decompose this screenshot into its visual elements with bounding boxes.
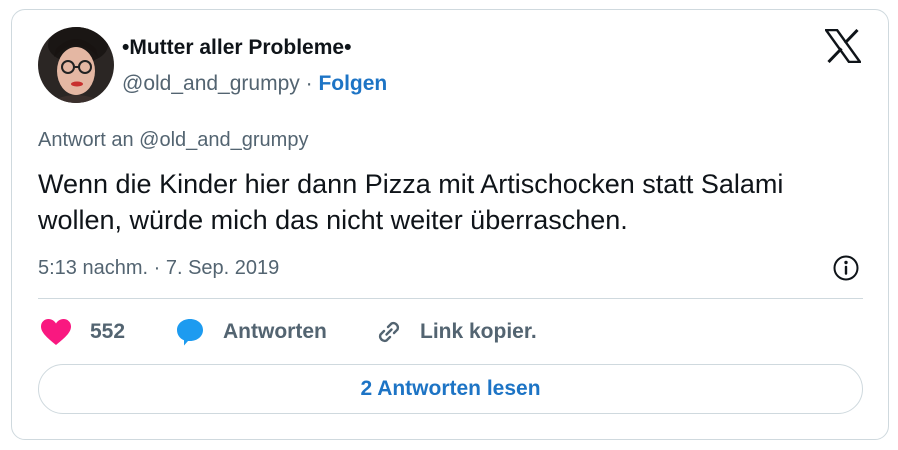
reply-button[interactable]: Antworten [175,316,327,348]
heart-icon [40,318,72,346]
info-icon[interactable] [832,254,860,282]
separator: · [299,72,319,95]
avatar[interactable] [38,27,114,103]
copy-link-button[interactable]: Link kopier. [374,316,537,348]
like-button[interactable]: 552 [40,316,125,348]
speech-bubble-icon [175,317,205,347]
tweet-text: Wenn die Kinder hier dann Pizza mit Arti… [38,169,784,235]
reply-to-label: Antwort an @old_and_grumpy [38,129,309,151]
timestamp[interactable]: 5:13 nachm. · 7. Sep. 2019 [38,255,279,281]
follow-link[interactable]: Folgen [318,72,387,95]
read-replies-button[interactable]: 2 Antworten lesen [38,364,863,414]
copy-link-label: Link kopier. [420,320,537,343]
link-icon [374,317,404,347]
display-name[interactable]: •Mutter aller Probleme• [122,35,351,61]
like-count: 552 [90,320,126,343]
handle[interactable]: @old_and_grumpy [122,72,300,95]
reply-label: Antworten [223,320,327,343]
read-replies-label: 2 Antworten lesen [360,377,541,400]
handle-row: @old_and_grumpy · Folgen [122,71,387,97]
x-logo-icon[interactable] [824,28,862,64]
divider [38,298,863,299]
